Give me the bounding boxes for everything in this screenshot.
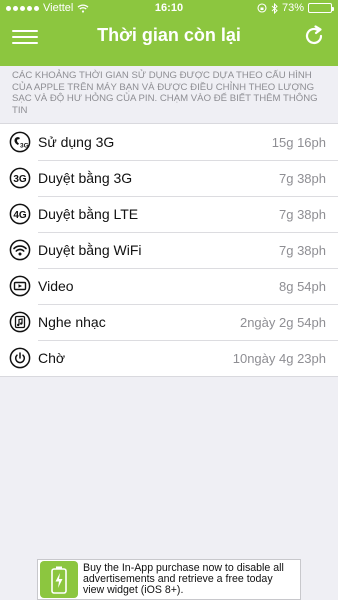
- battery-icon: [308, 3, 334, 13]
- row-label: Chờ: [38, 350, 66, 366]
- svg-text:3G: 3G: [13, 174, 27, 185]
- standby-icon: [9, 347, 31, 369]
- battery-percent: 73%: [281, 2, 304, 14]
- svg-text:4G: 4G: [13, 210, 27, 221]
- row-label: Duyệt bằng 3G: [38, 170, 133, 186]
- battery-app-icon: [40, 561, 78, 598]
- music-icon: [9, 311, 31, 333]
- usage-row-3g-call[interactable]: 3G Sử dụng 3G 15g 16ph: [0, 124, 338, 160]
- row-value: 7g 38ph: [279, 170, 326, 186]
- row-value: 2ngày 2g 54ph: [239, 314, 326, 330]
- row-value: 10ngày 4g 23ph: [232, 350, 326, 366]
- row-value: 7g 38ph: [279, 242, 326, 258]
- usage-list: 3G Sử dụng 3G 15g 16ph 3G Duyệt bằng 3G …: [0, 123, 338, 377]
- menu-line: [12, 30, 38, 32]
- battery-charge-icon: [51, 566, 67, 594]
- row-label: Sử dụng 3G: [38, 134, 115, 150]
- status-right: 73%: [257, 0, 334, 16]
- 4g-icon: 4G: [9, 203, 31, 225]
- nav-bar: Thời gian còn lại: [0, 16, 338, 66]
- usage-row-wifi-browse[interactable]: Duyệt bằng WiFi 7g 38ph: [0, 232, 338, 268]
- bluetooth-icon: [271, 2, 278, 14]
- refresh-icon[interactable]: [300, 22, 328, 50]
- ad-text: Buy the In-App purchase now to disable a…: [83, 562, 284, 596]
- menu-button[interactable]: [12, 24, 38, 50]
- svg-text:3G: 3G: [20, 143, 29, 150]
- ad-banner[interactable]: Buy the In-App purchase now to disable a…: [37, 559, 301, 600]
- page-title: Thời gian còn lại: [97, 25, 241, 45]
- status-bar: Viettel 16:10 73%: [0, 0, 338, 16]
- usage-row-lte-browse[interactable]: 4G Duyệt bằng LTE 7g 38ph: [0, 196, 338, 232]
- row-label: Duyệt bằng WiFi: [38, 242, 142, 258]
- info-description[interactable]: Các khoảng thời gian sử dụng được dựa th…: [0, 66, 338, 116]
- usage-row-video[interactable]: Video 8g 54ph: [0, 268, 338, 304]
- orientation-lock-icon: [257, 3, 267, 13]
- header: Viettel 16:10 73% Thời gian còn lại: [0, 0, 338, 66]
- row-value: 8g 54ph: [279, 278, 326, 294]
- usage-row-standby[interactable]: Chờ 10ngày 4g 23ph: [0, 340, 338, 376]
- menu-line: [12, 36, 38, 38]
- wifi-icon: [9, 239, 31, 261]
- 3g-icon: 3G: [9, 167, 31, 189]
- row-value: 15g 16ph: [271, 134, 326, 150]
- row-label: Nghe nhạc: [38, 314, 106, 330]
- call-3g-icon: 3G: [9, 131, 31, 153]
- video-icon: [9, 275, 31, 297]
- row-label: Video: [38, 278, 74, 294]
- usage-row-music[interactable]: Nghe nhạc 2ngày 2g 54ph: [0, 304, 338, 340]
- menu-line: [12, 42, 38, 44]
- usage-row-3g-browse[interactable]: 3G Duyệt bằng 3G 7g 38ph: [0, 160, 338, 196]
- row-value: 7g 38ph: [279, 206, 326, 222]
- row-label: Duyệt bằng LTE: [38, 206, 139, 222]
